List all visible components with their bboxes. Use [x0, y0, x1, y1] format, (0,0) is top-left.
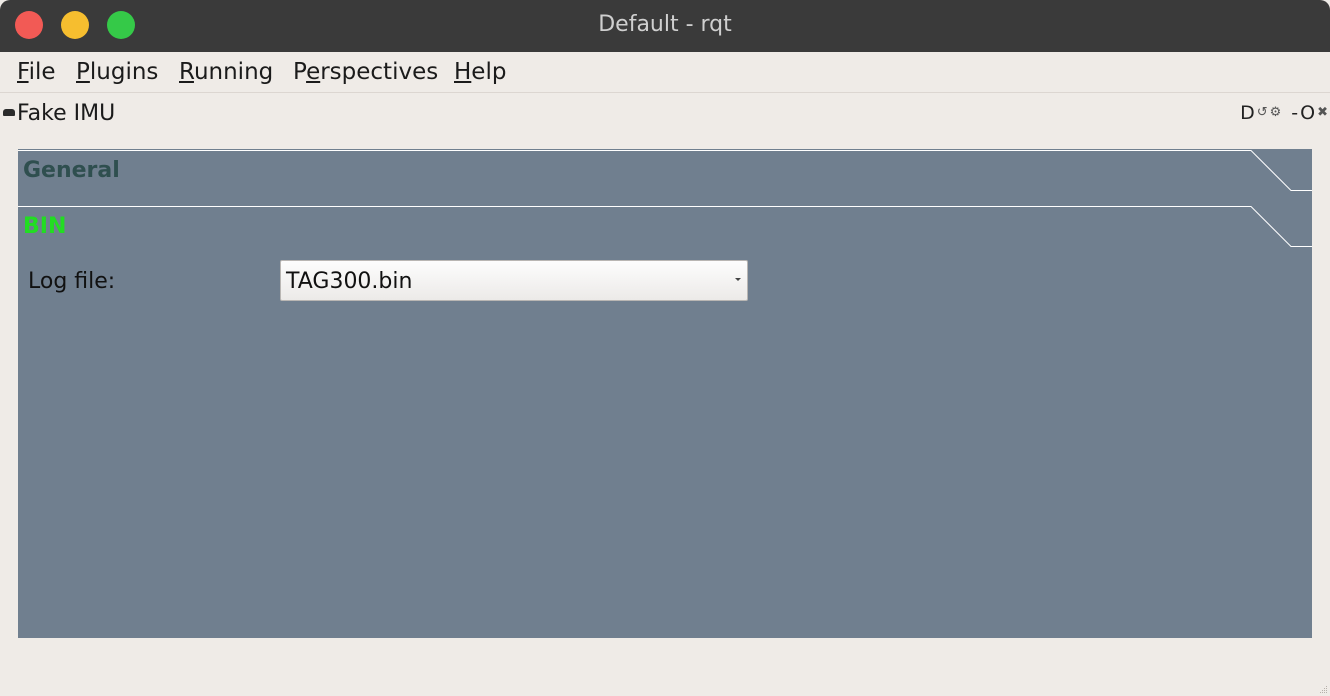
- dock-title: Fake IMU: [17, 101, 116, 123]
- dock-title-bar[interactable]: Fake IMU D ↺ ⚙ - O ✖: [0, 93, 1330, 123]
- menu-help[interactable]: Help: [454, 59, 506, 85]
- undock-icon[interactable]: O: [1300, 102, 1315, 123]
- log-file-selected-value: TAG300.bin: [286, 269, 413, 294]
- minimize-icon[interactable]: -: [1291, 102, 1298, 123]
- window-title: Default - rqt: [598, 12, 732, 37]
- log-file-select[interactable]: TAG300.bin: [280, 260, 748, 301]
- reload-icon[interactable]: ↺: [1257, 102, 1268, 123]
- dock-grip-icon[interactable]: [3, 109, 15, 116]
- help-icon[interactable]: D: [1240, 102, 1255, 123]
- tab-bin[interactable]: BIN: [18, 205, 1312, 247]
- rqt-window: Default - rqt File Plugins Running Persp…: [0, 0, 1330, 696]
- menu-file[interactable]: File: [17, 59, 56, 85]
- tab-general[interactable]: General: [18, 149, 1312, 191]
- menu-plugins[interactable]: Plugins: [76, 59, 158, 85]
- resize-grip-icon[interactable]: [1318, 684, 1328, 694]
- tab-general-frame: [18, 150, 1312, 191]
- menu-bar: File Plugins Running Perspectives Help: [0, 52, 1330, 93]
- fake-imu-panel: General BIN Log file: TAG300.bin: [18, 149, 1312, 638]
- tab-general-label: General: [23, 158, 120, 183]
- tab-bin-frame: [18, 206, 1312, 247]
- close-icon[interactable]: ✖: [1317, 102, 1328, 123]
- tab-bin-label: BIN: [23, 214, 67, 239]
- dock-buttons: D ↺ ⚙ - O ✖: [1240, 102, 1328, 123]
- menu-perspectives[interactable]: Perspectives: [293, 59, 438, 85]
- title-bar[interactable]: Default - rqt: [0, 0, 1330, 52]
- menu-running[interactable]: Running: [179, 59, 273, 85]
- log-file-label: Log file:: [28, 269, 116, 294]
- dropdown-arrow-icon: [735, 278, 741, 281]
- settings-icon[interactable]: ⚙: [1270, 102, 1282, 123]
